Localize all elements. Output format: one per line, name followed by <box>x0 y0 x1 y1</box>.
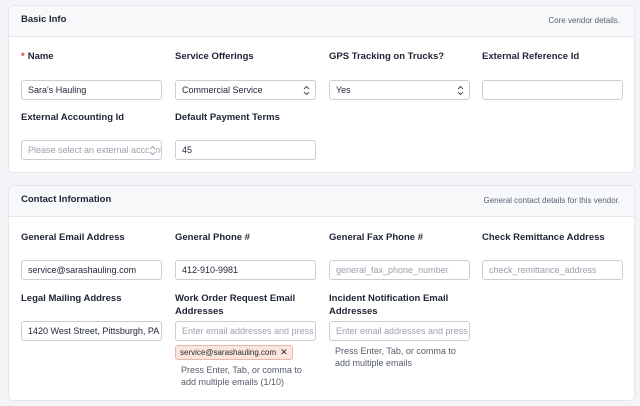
required-asterisk: * <box>21 51 25 62</box>
basic-info-header: Basic Info Core vendor details. <box>9 6 634 37</box>
service-offerings-label: Service Offerings <box>175 51 254 62</box>
work-order-email-input[interactable]: Enter email addresses and press Enter <box>175 321 316 341</box>
close-icon[interactable]: ✕ <box>280 346 288 359</box>
chevron-updown-icon <box>457 85 464 96</box>
email-tag: service@sarashauling.com ✕ <box>175 345 293 360</box>
incident-hint-line2: add multiple emails <box>335 358 413 368</box>
contact-info-description: General contact details for this vendor. <box>483 196 620 205</box>
contact-info-card: Contact Information General contact deta… <box>8 185 635 401</box>
payment-terms-label: Default Payment Terms <box>175 112 280 123</box>
chevron-updown-icon <box>303 85 310 96</box>
gps-tracking-label: GPS Tracking on Trucks? <box>329 51 445 62</box>
general-phone-label: General Phone # <box>175 232 250 243</box>
external-accounting-placeholder: Please select an external accounting id <box>28 145 162 155</box>
work-order-hint-line2: add multiple emails (1/10) <box>181 377 285 387</box>
service-offerings-value: Commercial Service <box>182 85 263 95</box>
legal-mailing-input[interactable]: 1420 West Street, Pittsburgh, PA <box>21 321 162 341</box>
name-label-text: Name <box>27 51 54 62</box>
contact-info-header: Contact Information General contact deta… <box>9 186 634 217</box>
check-remittance-label: Check Remittance Address <box>482 232 605 243</box>
general-fax-label: General Fax Phone # <box>329 232 423 243</box>
email-tag-label: service@sarashauling.com <box>180 348 277 357</box>
external-accounting-label: External Accounting Id <box>21 112 125 123</box>
service-offerings-select[interactable]: Commercial Service <box>175 80 316 100</box>
basic-info-title: Basic Info <box>21 14 67 25</box>
general-phone-input[interactable]: 412-910-9981 <box>175 260 316 280</box>
work-order-hint: Press Enter, Tab, or comma to add multip… <box>181 364 302 388</box>
name-label: * Name <box>21 50 54 63</box>
work-order-email-label-line2: Addresses <box>175 306 224 317</box>
external-accounting-select[interactable]: Please select an external accounting id <box>21 140 162 160</box>
chevron-updown-icon <box>149 145 156 156</box>
contact-info-title: Contact Information <box>21 194 112 205</box>
work-order-email-label-line1: Work Order Request Email <box>175 293 296 304</box>
incident-hint-line1: Press Enter, Tab, or comma to <box>335 346 456 356</box>
payment-terms-input[interactable]: 45 <box>175 140 316 160</box>
general-email-label: General Email Address <box>21 232 125 243</box>
gps-tracking-select[interactable]: Yes <box>329 80 470 100</box>
gps-tracking-value: Yes <box>336 85 351 95</box>
external-reference-label: External Reference Id <box>482 51 580 62</box>
incident-email-label: Incident Notification Email Addresses <box>329 292 448 318</box>
work-order-hint-line1: Press Enter, Tab, or comma to <box>181 365 302 375</box>
incident-email-input[interactable]: Enter email addresses and press Enter <box>329 321 470 341</box>
check-remittance-input[interactable]: check_remittance_address <box>482 260 623 280</box>
legal-mailing-label: Legal Mailing Address <box>21 293 122 304</box>
general-email-input[interactable]: service@sarashauling.com <box>21 260 162 280</box>
general-fax-input[interactable]: general_fax_phone_number <box>329 260 470 280</box>
basic-info-card: Basic Info Core vendor details. * Name Sa… <box>8 5 635 173</box>
work-order-email-label: Work Order Request Email Addresses <box>175 292 295 318</box>
incident-hint: Press Enter, Tab, or comma to add multip… <box>335 345 456 369</box>
basic-info-description: Core vendor details. <box>548 16 620 25</box>
external-reference-input[interactable] <box>482 80 623 100</box>
incident-email-label-line2: Addresses <box>329 306 378 317</box>
name-input[interactable]: Sara's Hauling <box>21 80 162 100</box>
incident-email-label-line1: Incident Notification Email <box>329 293 449 304</box>
